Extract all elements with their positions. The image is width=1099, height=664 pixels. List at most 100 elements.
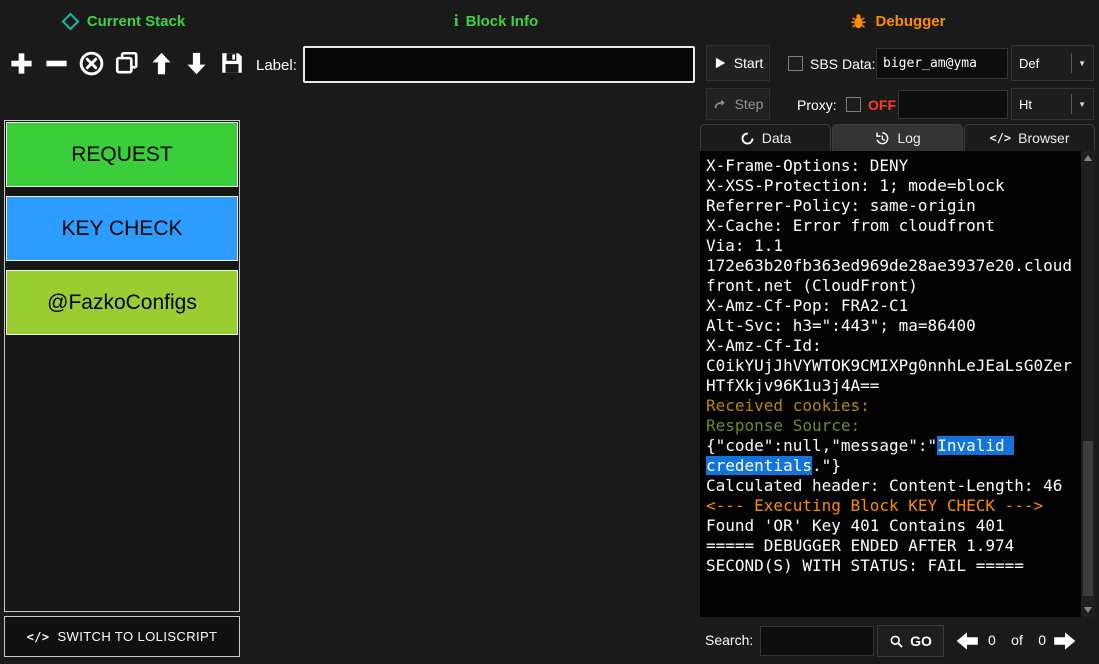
proxy-input[interactable] bbox=[898, 90, 1008, 119]
proxy-checkbox[interactable] bbox=[846, 97, 861, 112]
move-up-button[interactable] bbox=[145, 46, 178, 80]
move-down-icon bbox=[183, 50, 210, 77]
move-up-icon bbox=[148, 50, 175, 77]
step-arrow-icon bbox=[713, 97, 728, 112]
tab-log[interactable]: Log bbox=[832, 124, 963, 151]
save-config-button[interactable] bbox=[215, 46, 248, 80]
log-search-bar: Search: GO 0 of 0 bbox=[700, 621, 1095, 661]
remove-block-icon bbox=[43, 50, 70, 77]
bug-icon bbox=[849, 12, 868, 31]
log-line: <--- Executing Block KEY CHECK ---> bbox=[706, 496, 1075, 516]
save-config-icon bbox=[219, 50, 245, 76]
history-icon bbox=[874, 130, 890, 146]
arrow-left-icon bbox=[952, 628, 982, 654]
tab-data[interactable]: Data bbox=[700, 124, 831, 151]
combo-divider bbox=[1071, 53, 1072, 73]
play-icon bbox=[713, 56, 727, 70]
data-input[interactable] bbox=[876, 48, 1008, 79]
clone-block-button[interactable] bbox=[110, 46, 143, 80]
tab-log-label: Log bbox=[897, 130, 920, 146]
stack-block-list: REQUEST KEY CHECK @FazkoConfigs bbox=[4, 120, 240, 612]
log-line: X-Cache: Error from cloudfront bbox=[706, 216, 1075, 236]
log-line: Found 'OR' Key 401 Contains 401 bbox=[706, 516, 1075, 536]
search-caption: Search: bbox=[705, 632, 753, 648]
tab-browser[interactable]: </> Browser bbox=[964, 124, 1095, 151]
start-button[interactable]: Start bbox=[706, 45, 770, 81]
block-info-header: i Block Info bbox=[300, 8, 692, 34]
add-block-icon bbox=[8, 50, 35, 77]
add-block-button[interactable] bbox=[5, 46, 38, 80]
previous-match-button[interactable] bbox=[950, 627, 984, 655]
log-line: {"code":null,"message":"Invalid credenti… bbox=[706, 436, 1075, 476]
log-line: X-Frame-Options: DENY bbox=[706, 156, 1075, 176]
stack-diamond-icon bbox=[61, 12, 80, 31]
wordlist-type-select[interactable]: Def ▼ bbox=[1011, 45, 1094, 81]
switch-to-loliscript-button[interactable]: </> SWITCH TO LOLISCRIPT bbox=[4, 616, 240, 657]
block-label-caption: Label: bbox=[256, 57, 297, 74]
debugger-title: Debugger bbox=[875, 13, 945, 30]
sbs-checkbox[interactable] bbox=[788, 56, 803, 71]
debugger-tabs: Data Log </> Browser bbox=[700, 124, 1095, 151]
match-total: 0 bbox=[1038, 632, 1046, 648]
debugger-header: Debugger bbox=[700, 8, 1095, 34]
info-icon: i bbox=[454, 11, 459, 31]
move-down-button[interactable] bbox=[180, 46, 213, 80]
scroll-up-icon[interactable] bbox=[1081, 151, 1095, 165]
code-icon: </> bbox=[989, 131, 1011, 145]
block-info-title: Block Info bbox=[466, 13, 539, 30]
match-current: 0 bbox=[988, 632, 996, 648]
block-label-input[interactable] bbox=[303, 46, 695, 83]
search-input[interactable] bbox=[760, 626, 874, 656]
data-circle-icon bbox=[740, 131, 755, 146]
combo-divider bbox=[1071, 94, 1072, 114]
log-output: X-Frame-Options: DENYX-XSS-Protection: 1… bbox=[700, 151, 1081, 617]
search-go-label: GO bbox=[910, 633, 932, 649]
step-button[interactable]: Step bbox=[706, 88, 770, 120]
next-match-button[interactable] bbox=[1048, 627, 1082, 655]
tab-data-label: Data bbox=[762, 130, 792, 146]
search-go-button[interactable]: GO bbox=[877, 625, 944, 657]
step-button-label: Step bbox=[735, 96, 764, 112]
chevron-down-icon: ▼ bbox=[1078, 100, 1086, 109]
stack-block[interactable]: REQUEST bbox=[6, 122, 238, 187]
log-line: Referrer-Policy: same-origin bbox=[706, 196, 1075, 216]
clear-stack-button[interactable] bbox=[75, 46, 108, 80]
match-separator: of bbox=[1011, 632, 1023, 648]
scroll-down-icon[interactable] bbox=[1081, 603, 1095, 617]
stack-toolbar bbox=[5, 46, 248, 80]
start-button-label: Start bbox=[734, 55, 764, 71]
log-line: X-Amz-Cf-Pop: FRA2-C1 bbox=[706, 296, 1075, 316]
stack-block[interactable]: @FazkoConfigs bbox=[6, 270, 238, 335]
proxy-type-select[interactable]: Ht ▼ bbox=[1011, 88, 1094, 120]
log-line: X-XSS-Protection: 1; mode=block bbox=[706, 176, 1075, 196]
debugger-controls: Start SBS Data: Def ▼ Step Proxy: OFF Ht… bbox=[700, 45, 1095, 121]
wordlist-type-value: Def bbox=[1019, 56, 1039, 71]
log-line: Received cookies: bbox=[706, 396, 1075, 416]
switch-to-loliscript-label: SWITCH TO LOLISCRIPT bbox=[57, 629, 217, 644]
code-icon: </> bbox=[27, 630, 50, 644]
proxy-type-value: Ht bbox=[1019, 97, 1032, 112]
log-line: X-Amz-Cf-Id: C0ikYUjJhVYWTOK9CMIXPg0nnhL… bbox=[706, 336, 1075, 396]
log-line: ===== DEBUGGER ENDED AFTER 1.974 SECOND(… bbox=[706, 536, 1075, 576]
tab-browser-label: Browser bbox=[1018, 130, 1069, 146]
scrollbar-thumb[interactable] bbox=[1083, 441, 1093, 596]
current-stack-header: Current Stack bbox=[0, 8, 246, 34]
log-line: Via: 1.1 172e63b20fb363ed969de28ae3937e2… bbox=[706, 236, 1075, 296]
log-scrollbar[interactable] bbox=[1081, 151, 1095, 617]
stack-block[interactable]: KEY CHECK bbox=[6, 196, 238, 261]
log-line: Calculated header: Content-Length: 46 bbox=[706, 476, 1075, 496]
search-icon bbox=[889, 634, 904, 649]
current-stack-title: Current Stack bbox=[87, 13, 185, 30]
chevron-down-icon: ▼ bbox=[1078, 59, 1086, 68]
clone-block-icon bbox=[114, 50, 140, 76]
data-caption: Data: bbox=[842, 56, 875, 72]
clear-stack-icon bbox=[78, 50, 105, 77]
openbullet-debugger-window: Current Stack i Block Info Debugger Labe… bbox=[0, 0, 1099, 664]
arrow-right-icon bbox=[1050, 628, 1080, 654]
match-counter: 0 of 0 bbox=[988, 632, 1046, 648]
proxy-status: OFF bbox=[868, 97, 896, 113]
proxy-caption: Proxy: bbox=[797, 97, 837, 113]
log-line: Alt-Svc: h3=":443"; ma=86400 bbox=[706, 316, 1075, 336]
remove-block-button[interactable] bbox=[40, 46, 73, 80]
log-line: Response Source: bbox=[706, 416, 1075, 436]
